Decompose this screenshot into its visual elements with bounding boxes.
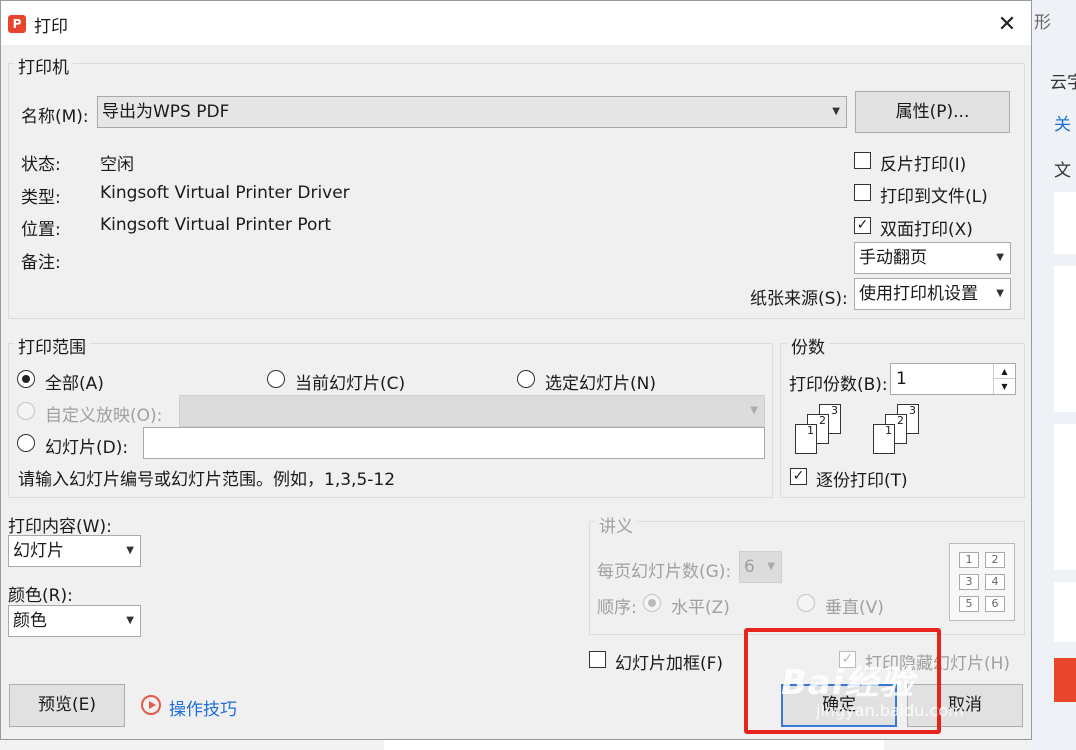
title-bar: P 打印 ✕ xyxy=(1,1,1031,45)
tips-link[interactable]: 操作技巧 xyxy=(169,695,237,720)
range-all-radio[interactable] xyxy=(17,370,35,388)
print-to-file-label[interactable]: 打印到文件(L) xyxy=(880,182,988,207)
chevron-down-icon: ▼ xyxy=(126,545,134,556)
dialog-title: 打印 xyxy=(34,17,68,37)
layout-cell: 3 xyxy=(959,574,979,590)
play-circle-icon[interactable] xyxy=(141,695,161,715)
chevron-down-icon: ▼ xyxy=(750,405,758,416)
range-current-label[interactable]: 当前幻灯片(C) xyxy=(295,369,405,394)
duplex-label[interactable]: 双面打印(X) xyxy=(880,215,973,240)
comment-label: 备注: xyxy=(21,253,61,273)
range-selected-radio[interactable] xyxy=(517,370,535,388)
print-what-label: 打印内容(W): xyxy=(8,517,112,537)
background-card xyxy=(1054,266,1076,412)
layout-cell: 6 xyxy=(985,596,1005,612)
print-what-value: 幻灯片 xyxy=(13,541,64,561)
background-card xyxy=(1054,424,1076,570)
preview-button[interactable]: 预览(E) xyxy=(9,684,125,727)
collate-label[interactable]: 逐份打印(T) xyxy=(816,466,908,491)
background-link[interactable]: 关 xyxy=(1054,110,1071,135)
background-red-button[interactable] xyxy=(1054,658,1076,702)
order-horizontal-label: 水平(Z) xyxy=(671,598,730,618)
duplex-mode-select[interactable]: 手动翻页 ▼ xyxy=(854,242,1011,274)
printer-name-value: 导出为WPS PDF xyxy=(102,102,230,122)
paper-source-value: 使用打印机设置 xyxy=(859,284,978,304)
copies-count-label: 打印份数(B): xyxy=(789,375,888,395)
page-icon: 1 xyxy=(873,424,895,454)
duplex-mode-value: 手动翻页 xyxy=(859,248,927,268)
chevron-down-icon: ▼ xyxy=(996,252,1004,263)
print-dialog: P 打印 ✕ 打印机 名称(M): 导出为WPS PDF ▼ 属性(P)... … xyxy=(0,0,1032,740)
layout-cell: 1 xyxy=(959,552,979,568)
range-hint: 请输入幻灯片编号或幻灯片范围。例如，1,3,5-12 xyxy=(18,470,396,490)
custom-show-select[interactable]: ▼ xyxy=(179,395,765,427)
chevron-down-icon: ▼ xyxy=(832,106,840,117)
paper-source-select[interactable]: 使用打印机设置 ▼ xyxy=(854,278,1011,310)
location-label: 位置: xyxy=(21,220,61,240)
background-card xyxy=(1054,582,1076,642)
order-vertical-radio[interactable] xyxy=(797,594,815,612)
range-slides-radio[interactable] xyxy=(17,434,35,452)
range-slides-label[interactable]: 幻灯片(D): xyxy=(45,433,128,458)
print-what-select[interactable]: 幻灯片 ▼ xyxy=(8,535,141,567)
handout-layout-preview: 1 2 3 4 5 6 xyxy=(949,543,1015,621)
order-horizontal-radio[interactable] xyxy=(643,594,661,612)
wps-presentation-icon: P xyxy=(8,15,26,33)
type-label: 类型: xyxy=(21,188,61,208)
range-all-label[interactable]: 全部(A) xyxy=(45,369,104,394)
printer-name-label: 名称(M): xyxy=(21,107,89,127)
properties-button[interactable]: 属性(P)... xyxy=(855,91,1010,133)
reverse-print-checkbox[interactable] xyxy=(854,152,871,169)
print-to-file-checkbox[interactable] xyxy=(854,184,871,201)
duplex-checkbox[interactable]: ✓ xyxy=(854,217,871,234)
copies-count-value: 1 xyxy=(896,369,907,389)
chevron-down-icon: ▼ xyxy=(126,615,134,626)
slides-per-page-label: 每页幻灯片数(G): xyxy=(597,562,732,582)
spin-down-icon[interactable]: ▼ xyxy=(994,379,1015,394)
order-vertical-label: 垂直(V) xyxy=(825,598,884,618)
baidu-watermark-url: jingyan.baidu.com xyxy=(816,701,964,720)
printer-name-select[interactable]: 导出为WPS PDF ▼ xyxy=(97,96,847,128)
slides-range-input[interactable] xyxy=(143,427,765,459)
layout-cell: 4 xyxy=(985,574,1005,590)
layout-cell: 5 xyxy=(959,596,979,612)
range-selected-label[interactable]: 选定幻灯片(N) xyxy=(545,369,656,394)
slides-per-page-value: 6 xyxy=(744,557,755,577)
frame-slides-label[interactable]: 幻灯片加框(F) xyxy=(615,649,723,674)
collate-checkbox[interactable]: ✓ xyxy=(790,468,807,485)
baidu-watermark-logo: Bai经验 xyxy=(781,663,915,703)
frame-slides-checkbox[interactable] xyxy=(589,651,606,668)
background-app-panel: 形 云字 关 文 xyxy=(1032,0,1076,750)
spin-up-icon[interactable]: ▲ xyxy=(994,364,1015,379)
handouts-label: 讲义 xyxy=(595,512,637,537)
color-label: 颜色(R): xyxy=(8,586,73,606)
copies-label: 份数 xyxy=(787,333,829,358)
page-icon: 1 xyxy=(795,424,817,454)
print-range-label: 打印范围 xyxy=(14,333,90,358)
printer-group-label: 打印机 xyxy=(14,53,73,78)
background-text: 文 xyxy=(1054,161,1071,181)
background-text: 形 xyxy=(1034,13,1051,33)
copies-stepper[interactable]: ▲ ▼ xyxy=(993,364,1015,394)
range-current-radio[interactable] xyxy=(267,370,285,388)
layout-cell: 2 xyxy=(985,552,1005,568)
close-icon[interactable]: ✕ xyxy=(995,13,1019,37)
range-custom-show-radio[interactable] xyxy=(17,402,35,420)
chevron-down-icon: ▼ xyxy=(996,288,1004,299)
reverse-print-label[interactable]: 反片打印(I) xyxy=(880,150,966,175)
color-value: 颜色 xyxy=(13,611,47,631)
status-label: 状态: xyxy=(21,155,61,175)
copies-count-input[interactable]: 1 ▲ ▼ xyxy=(890,363,1016,395)
range-custom-show-label: 自定义放映(O): xyxy=(45,406,163,426)
background-text: 云字 xyxy=(1050,73,1076,93)
slides-per-page-select[interactable]: 6 ▼ xyxy=(739,551,782,583)
color-select[interactable]: 颜色 ▼ xyxy=(8,605,141,637)
status-value: 空闲 xyxy=(100,155,134,175)
chevron-down-icon: ▼ xyxy=(767,561,775,572)
location-value: Kingsoft Virtual Printer Port xyxy=(100,215,332,235)
background-card xyxy=(1054,192,1076,254)
type-value: Kingsoft Virtual Printer Driver xyxy=(100,183,350,203)
paper-source-label: 纸张来源(S): xyxy=(750,289,848,309)
order-label: 顺序: xyxy=(597,598,637,618)
